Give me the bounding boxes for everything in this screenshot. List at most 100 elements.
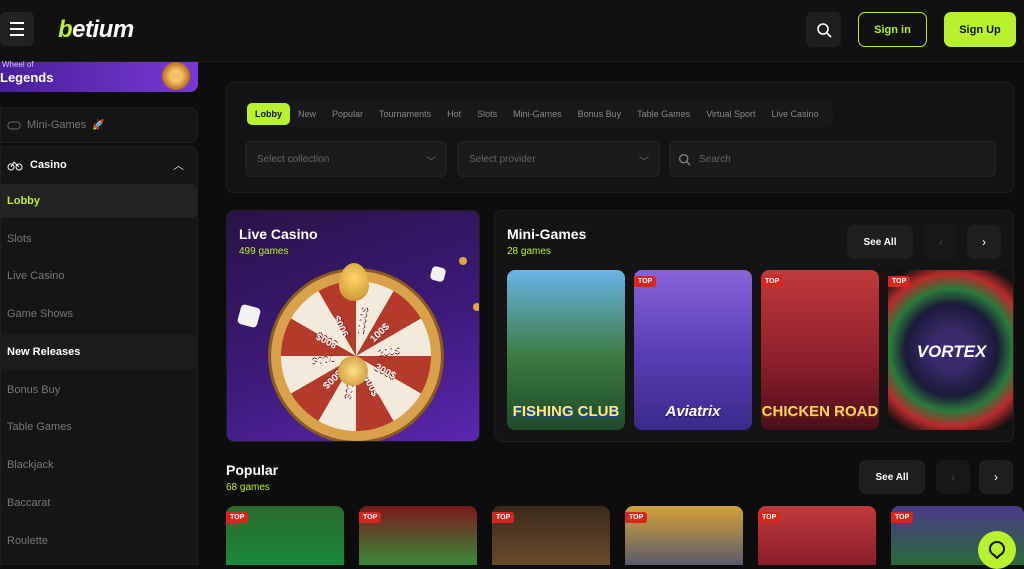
tab-bonus-buy[interactable]: Bonus Buy [570, 103, 630, 125]
sidebar-item-blackjack[interactable]: Blackjack [1, 448, 197, 482]
bicycle-icon [7, 161, 23, 171]
chat-icon [989, 541, 1005, 559]
wheel-icon [162, 62, 190, 90]
sidebar-item-new-releases[interactable]: New Releases [1, 335, 197, 369]
tab-table-games[interactable]: Table Games [629, 103, 698, 125]
sidebar: Wheel of Legends Mini-Games 🚀 Casino ︿ L… [0, 60, 200, 565]
provider-select[interactable]: Select provider ﹀ [457, 141, 660, 177]
minigames-label: Mini-Games [27, 119, 87, 131]
mini-games-title: Mini-Games [507, 226, 587, 242]
popular-game-tile[interactable]: TOP [226, 506, 344, 565]
wheel-segment-label: 900$ [332, 313, 352, 339]
category-tabs: Lobby New Popular Tournaments Hot Slots … [245, 101, 833, 127]
wheel-segment-label: 100$ [368, 321, 392, 346]
search-button[interactable] [806, 12, 841, 47]
chevron-down-icon: ﹀ [426, 157, 436, 168]
wheel-segment-label: 800$ [314, 329, 340, 351]
search-icon [678, 153, 691, 166]
game-tile-chicken-road[interactable]: TOP CHICKEN ROAD [761, 270, 879, 430]
game-tile-fishing-club[interactable]: FISHING CLUB [507, 270, 625, 430]
tab-hot[interactable]: Hot [439, 103, 469, 125]
prev-arrow-icon[interactable]: ‹ [924, 225, 958, 259]
sidebar-item-table-games[interactable]: Table Games [1, 410, 197, 444]
mini-games-see-all-button[interactable]: See All [847, 225, 913, 259]
logo-text: etium [72, 16, 134, 43]
sidebar-item-bonus-buy[interactable]: Bonus Buy [1, 373, 197, 407]
promo-small-label: Wheel of [2, 60, 34, 69]
tab-tournaments[interactable]: Tournaments [371, 103, 439, 125]
mini-games-count: 28 games [507, 246, 551, 257]
game-tile-aviatrix[interactable]: TOP Aviatrix [634, 270, 752, 430]
collection-select[interactable]: Select collection ﹀ [245, 141, 447, 177]
top-badge: TOP [891, 512, 914, 523]
chat-support-button[interactable] [978, 531, 1016, 569]
sidebar-item-slots[interactable]: Slots [1, 222, 197, 256]
tab-slots[interactable]: Slots [469, 103, 505, 125]
popular-game-tile[interactable]: TOP [758, 506, 876, 565]
tab-new[interactable]: New [290, 103, 324, 125]
popular-game-tile[interactable]: TOP [492, 506, 610, 565]
wheel-segment-label: 700$ [311, 353, 335, 368]
chevron-up-icon[interactable]: ︿ [173, 157, 184, 173]
sidebar-item-lobby[interactable]: Lobby [1, 184, 197, 218]
tab-live-casino[interactable]: Live Casino [764, 103, 827, 125]
tab-virtual-sport[interactable]: Virtual Sport [698, 103, 763, 125]
wheel-hub [338, 356, 368, 386]
game-title: VORTEX [916, 342, 987, 361]
live-casino-count: 499 games [239, 246, 289, 257]
popular-count: 68 games [226, 482, 270, 493]
sidebar-item-live-casino[interactable]: Live Casino [1, 259, 197, 293]
wheel-segment-label: 300$ [372, 361, 398, 383]
top-badge: TOP [758, 512, 781, 523]
top-bar: betium Sign in Sign Up [0, 0, 1024, 62]
menu-icon[interactable] [0, 12, 34, 46]
search-placeholder: Search [699, 153, 731, 165]
dice-icon [429, 265, 447, 283]
dice-icon [236, 303, 262, 329]
signup-button[interactable]: Sign Up [944, 12, 1016, 47]
top-badge: TOP [492, 512, 515, 523]
rocket-icon: 🚀 [92, 119, 105, 131]
tab-lobby[interactable]: Lobby [247, 103, 290, 125]
game-title: Aviatrix [665, 403, 721, 420]
wheel-segment-label: 1000$ [354, 306, 371, 336]
sidebar-item-minigames[interactable]: Mini-Games 🚀 [0, 107, 198, 143]
casino-header[interactable]: Casino [7, 155, 193, 175]
wheel-of-legends-banner[interactable]: Wheel of Legends [0, 60, 198, 92]
casino-section: Casino ︿ Lobby Slots Live Casino Game Sh… [0, 146, 198, 565]
promo-title: Legends [0, 70, 54, 85]
popular-title: Popular [226, 462, 279, 478]
prev-arrow-icon[interactable]: ‹ [936, 460, 970, 494]
live-casino-title: Live Casino [239, 226, 318, 242]
top-badge: TOP [359, 512, 382, 523]
popular-game-tile[interactable]: TOP [359, 506, 477, 565]
search-icon [816, 22, 832, 38]
top-badge: TOP [634, 276, 657, 287]
game-tile-vortex[interactable]: TOP VORTEX [888, 270, 1013, 430]
live-casino-card[interactable]: Live Casino 499 games 1000$ 100$ 200$ 300$ 4… [226, 210, 480, 442]
search-input[interactable]: Search [669, 141, 996, 177]
coin-icon [459, 257, 467, 265]
filters-panel: Lobby New Popular Tournaments Hot Slots … [226, 82, 1014, 193]
game-title: FISHING CLUB [512, 403, 620, 420]
provider-placeholder: Select provider [469, 153, 536, 165]
popular-see-all-button[interactable]: See All [859, 460, 925, 494]
popular-game-tile[interactable]: TOP [625, 506, 743, 565]
chevron-down-icon: ﹀ [639, 157, 649, 168]
wheel-pointer [339, 263, 369, 301]
mini-games-card: Mini-Games 28 games See All ‹ › FISHING … [494, 210, 1014, 442]
coin-icon [473, 303, 479, 311]
wheel-segment-label: 200$ [377, 344, 401, 359]
top-badge: TOP [625, 512, 648, 523]
next-arrow-icon[interactable]: › [967, 225, 1001, 259]
tab-popular[interactable]: Popular [324, 103, 371, 125]
tab-mini-games[interactable]: Mini-Games [505, 103, 570, 125]
next-arrow-icon[interactable]: › [979, 460, 1013, 494]
gamepad-icon [7, 121, 21, 130]
signin-button[interactable]: Sign in [858, 12, 927, 47]
sidebar-item-roulette[interactable]: Roulette [1, 524, 197, 558]
top-badge: TOP [888, 276, 911, 287]
sidebar-item-baccarat[interactable]: Baccarat [1, 486, 197, 520]
sidebar-item-game-shows[interactable]: Game Shows [1, 297, 197, 331]
logo[interactable]: betium [58, 16, 134, 44]
